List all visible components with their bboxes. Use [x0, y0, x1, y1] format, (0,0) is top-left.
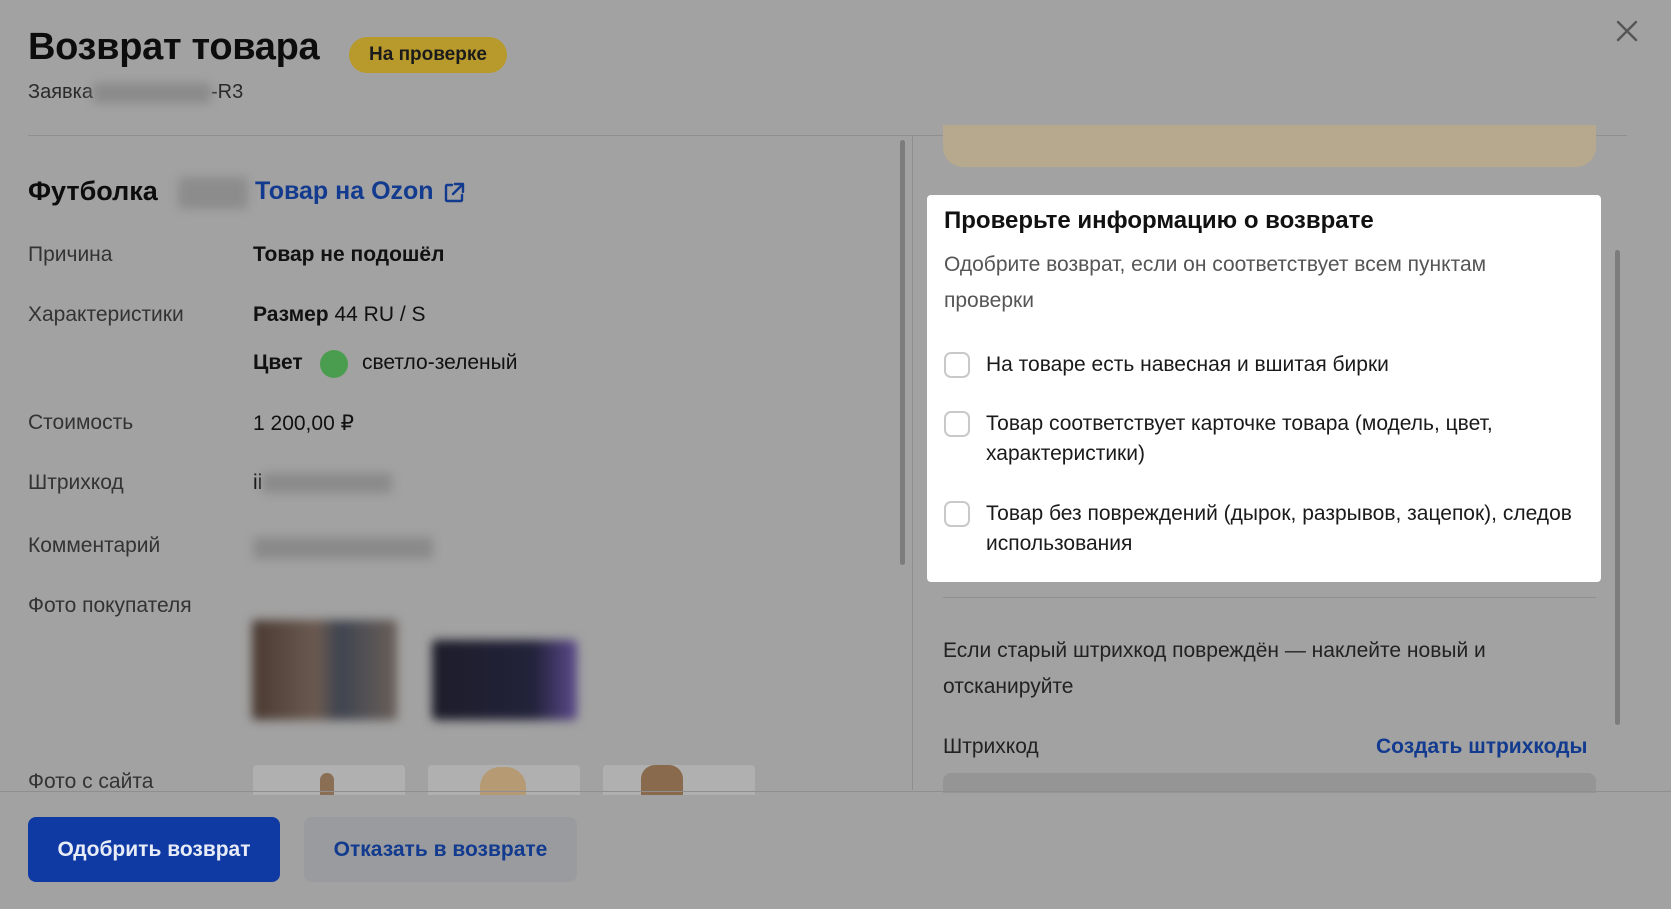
- column-divider: [912, 135, 913, 790]
- checklist-item[interactable]: Товар без повреждений (дырок, разрывов, …: [944, 499, 1584, 559]
- price-label: Стоимость: [28, 411, 134, 434]
- checklist-item[interactable]: На товаре есть навесная и вшитая бирки: [944, 350, 1584, 380]
- color-value: светло-зеленый: [362, 351, 518, 374]
- info-banner: [943, 125, 1596, 167]
- left-scrollbar[interactable]: [900, 140, 905, 565]
- product-name: Футболка: [28, 176, 158, 206]
- price-value: 1 200,00 ₽: [253, 412, 354, 435]
- reason-value: Товар не подошёл: [253, 243, 445, 266]
- section-divider: [943, 597, 1596, 598]
- size-key: Размер: [253, 303, 329, 326]
- product-name-redacted: [178, 177, 248, 209]
- approve-return-button[interactable]: Одобрить возврат: [28, 817, 280, 882]
- ozon-product-link[interactable]: Товар на Ozon: [255, 177, 434, 206]
- checklist-item-label: Товар соответствует карточке товара (мод…: [986, 412, 1493, 465]
- checklist-item-label: Товар без повреждений (дырок, разрывов, …: [986, 502, 1572, 555]
- checklist-card: Проверьте информацию о возврате Одобрите…: [927, 195, 1601, 582]
- checklist-title: Проверьте информацию о возврате: [944, 207, 1374, 234]
- barcode-redacted: [262, 473, 393, 494]
- status-badge: На проверке: [349, 37, 507, 73]
- barcode-prefix: ii: [253, 471, 263, 494]
- buyer-photo-1[interactable]: [252, 620, 397, 720]
- color-swatch: [320, 350, 348, 378]
- barcode-label-left: Штрихкод: [28, 471, 124, 494]
- reject-return-button[interactable]: Отказать в возврате: [304, 817, 577, 882]
- create-barcodes-link[interactable]: Создать штрихкоды: [1376, 735, 1587, 759]
- external-link-icon[interactable]: [442, 181, 466, 205]
- checklist-description: Одобрите возврат, если он соответствует …: [944, 253, 1487, 312]
- checkbox[interactable]: [944, 411, 970, 437]
- request-suffix: -R3: [210, 81, 244, 103]
- request-prefix: Заявка: [28, 81, 93, 103]
- reason-label: Причина: [28, 243, 113, 266]
- request-id-redacted: [92, 82, 211, 103]
- comment-redacted: [253, 537, 433, 559]
- checklist-item-label: На товаре есть навесная и вшитая бирки: [986, 353, 1389, 376]
- buyer-photo-2[interactable]: [432, 640, 577, 720]
- barcode-input[interactable]: [943, 773, 1596, 793]
- comment-label: Комментарий: [28, 534, 161, 557]
- barcode-notice: Если старый штрихкод повреждён — наклейт…: [943, 639, 1486, 698]
- buyer-photo-label: Фото покупателя: [28, 594, 192, 617]
- size-value: 44 RU / S: [334, 303, 426, 326]
- request-number: Заявка -R3: [28, 81, 243, 104]
- right-scrollbar[interactable]: [1615, 250, 1620, 725]
- barcode-field-label: Штрихкод: [943, 735, 1039, 758]
- page-title: Возврат товара: [28, 26, 320, 68]
- barcode-value: ii: [253, 471, 393, 495]
- color-key: Цвет: [253, 351, 303, 374]
- close-icon[interactable]: [1612, 16, 1642, 46]
- footer-divider: [0, 791, 1671, 792]
- checkbox[interactable]: [944, 501, 970, 527]
- checklist-item[interactable]: Товар соответствует карточке товара (мод…: [944, 409, 1584, 469]
- size-row: Размер 44 RU / S: [253, 303, 426, 327]
- checkbox[interactable]: [944, 352, 970, 378]
- characteristics-label: Характеристики: [28, 303, 184, 326]
